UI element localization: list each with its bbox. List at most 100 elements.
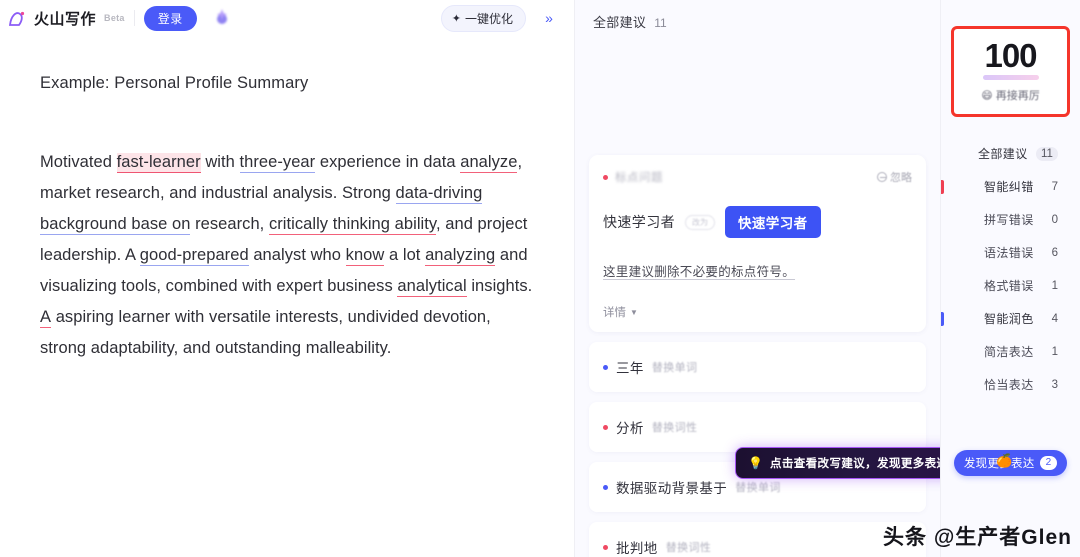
discover-more-badge: 2 bbox=[1039, 456, 1058, 470]
card-header: 标点问题 忽略 bbox=[603, 169, 912, 185]
editor-pane: 火山写作 Beta 登录 ✦ 一键优化 » Example: Personal bbox=[0, 0, 575, 557]
volcano-logo-icon bbox=[8, 8, 29, 29]
card-replace-row: 快速学习者 改为 快速学习者 bbox=[603, 206, 912, 238]
row-word: 数据驱动背景基于 bbox=[616, 481, 728, 496]
beta-tag: Beta bbox=[104, 13, 125, 23]
row-word: 三年 bbox=[616, 361, 644, 376]
sparkle-icon: ✦ bbox=[451, 12, 461, 25]
original-text: 快速学习者 bbox=[603, 214, 675, 230]
doc-marked-span[interactable]: fast-learner bbox=[116, 153, 201, 174]
category-item-拼写错误[interactable]: 拼写错误 0 bbox=[941, 203, 1080, 236]
doc-plain-span: Motivated bbox=[40, 153, 117, 172]
document-body: Example: Personal Profile Summary Motiva… bbox=[0, 36, 574, 364]
category-label: 拼写错误 bbox=[984, 213, 1034, 227]
row-kind: 替换词性 bbox=[651, 422, 698, 434]
discover-more-button[interactable]: 发现更多表达 🍊 2 bbox=[954, 450, 1067, 476]
rewrite-hint-tooltip[interactable]: 💡 点击查看改写建议，发现更多表达 bbox=[735, 447, 940, 479]
doc-plain-span: with bbox=[200, 153, 240, 172]
watermark: 头条 @生产者Glen bbox=[883, 526, 1072, 549]
app-root: 火山写作 Beta 登录 ✦ 一键优化 » Example: Personal bbox=[0, 0, 1080, 557]
row-type-dot-icon bbox=[603, 364, 608, 370]
category-count: 1 bbox=[1051, 345, 1058, 358]
doc-marked-span[interactable]: good-prepared bbox=[139, 246, 249, 267]
category-item-恰当表达[interactable]: 恰当表达 3 bbox=[941, 368, 1080, 401]
right-sidebar: 100 😄 再接再厉 全部建议 11 智能纠错 7 拼写错误 0 语法错误 6 格式错误 1 智能润… bbox=[940, 0, 1080, 557]
category-count: 4 bbox=[1051, 312, 1058, 325]
chevron-double-right-icon[interactable]: » bbox=[536, 5, 562, 31]
document-title: Example: Personal Profile Summary bbox=[40, 74, 309, 92]
category-count: 3 bbox=[1051, 378, 1058, 391]
suggestion-card-active[interactable]: 标点问题 忽略 快速学习者 改为 快速学习者 这里建议删除不必要的标点符号。 详… bbox=[589, 155, 926, 332]
suggestions-list: 标点问题 忽略 快速学习者 改为 快速学习者 这里建议删除不必要的标点符号。 详… bbox=[575, 155, 940, 557]
score-sub-label: 再接再厉 bbox=[995, 90, 1040, 102]
login-button[interactable]: 登录 bbox=[143, 5, 197, 31]
row-word: 分析 bbox=[616, 421, 644, 436]
score-value: 100 bbox=[984, 37, 1037, 74]
category-item-智能润色[interactable]: 智能润色 4 bbox=[941, 302, 1080, 335]
doc-marked-span[interactable]: three-year bbox=[239, 153, 316, 174]
editor-toolbar: 火山写作 Beta 登录 ✦ 一键优化 » bbox=[0, 0, 574, 36]
card-tag: 标点问题 bbox=[603, 169, 663, 185]
category-accent-bar bbox=[941, 311, 944, 326]
category-label: 智能纠错 bbox=[984, 180, 1034, 194]
card-type-dot-icon bbox=[603, 174, 608, 180]
tooltip-text: 点击查看改写建议，发现更多表达 bbox=[769, 458, 940, 470]
arrow-pill-label: 改为 bbox=[692, 217, 708, 227]
category-label: 全部建议 bbox=[978, 147, 1028, 161]
doc-marked-span[interactable]: analyzing bbox=[425, 246, 496, 267]
category-item-智能纠错[interactable]: 智能纠错 7 bbox=[941, 170, 1080, 203]
category-item-格式错误[interactable]: 格式错误 1 bbox=[941, 269, 1080, 302]
category-count: 11 bbox=[1036, 146, 1058, 161]
row-type-dot-icon bbox=[603, 544, 608, 550]
category-label: 语法错误 bbox=[984, 246, 1034, 260]
card-tag-label: 标点问题 bbox=[615, 172, 663, 184]
magic-wand-icon[interactable] bbox=[209, 5, 235, 31]
category-label: 简洁表达 bbox=[984, 345, 1034, 359]
document-paragraph[interactable]: Motivated fast-learner with three-year e… bbox=[40, 147, 534, 364]
optimize-label: 一键优化 bbox=[464, 11, 513, 26]
doc-marked-span[interactable]: analytical bbox=[397, 277, 467, 298]
card-detail-toggle[interactable]: 详情 ▼ bbox=[603, 304, 912, 320]
toolbar-divider bbox=[133, 10, 135, 26]
row-type-dot-icon bbox=[603, 424, 608, 430]
lightbulb-icon: 💡 bbox=[748, 456, 763, 470]
category-count: 7 bbox=[1051, 180, 1058, 193]
category-item-简洁表达[interactable]: 简洁表达 1 bbox=[941, 335, 1080, 368]
category-item-全部建议[interactable]: 全部建议 11 bbox=[941, 137, 1080, 170]
doc-marked-span[interactable]: know bbox=[345, 246, 385, 267]
suggestions-header: 全部建议 11 bbox=[575, 0, 940, 41]
chevron-down-icon: ▼ bbox=[630, 307, 638, 317]
doc-marked-span[interactable]: A bbox=[40, 308, 52, 329]
suggestion-row[interactable]: 三年 替换单词 bbox=[589, 342, 926, 392]
suggested-text-chip[interactable]: 快速学习者 bbox=[725, 206, 821, 238]
category-count: 6 bbox=[1051, 246, 1058, 259]
row-kind: 替换词性 bbox=[665, 542, 712, 554]
category-label: 智能润色 bbox=[984, 312, 1034, 326]
doc-marked-span[interactable]: analyze bbox=[460, 153, 518, 174]
card-description: 这里建议删除不必要的标点符号。 bbox=[603, 265, 796, 279]
category-list: 全部建议 11 智能纠错 7 拼写错误 0 语法错误 6 格式错误 1 智能润色 4 简洁表达 1 恰当表达… bbox=[941, 137, 1080, 401]
doc-plain-span: a lot bbox=[384, 246, 426, 265]
category-accent-bar bbox=[941, 179, 944, 194]
brand: 火山写作 Beta bbox=[8, 8, 125, 29]
suggestions-header-title: 全部建议 bbox=[593, 15, 647, 30]
ignore-button[interactable]: 忽略 bbox=[877, 169, 912, 185]
suggestions-header-count: 11 bbox=[654, 16, 667, 30]
category-count: 1 bbox=[1051, 279, 1058, 292]
row-word: 批判地 bbox=[616, 541, 658, 556]
discover-emoji-icon: 🍊 bbox=[996, 453, 1013, 468]
score-box: 100 😄 再接再厉 bbox=[951, 26, 1070, 117]
category-item-语法错误[interactable]: 语法错误 6 bbox=[941, 236, 1080, 269]
row-kind: 替换单词 bbox=[651, 362, 698, 374]
category-count: 0 bbox=[1051, 213, 1058, 226]
suggestions-pane: 全部建议 11 标点问题 忽略 快速学习者 改为 快速学习者 这里建议删除不必要… bbox=[575, 0, 940, 557]
suggestion-row[interactable]: 批判地 替换词性 bbox=[589, 522, 926, 557]
suggestion-row[interactable]: 分析 替换词性 bbox=[589, 402, 926, 452]
category-label: 格式错误 bbox=[984, 279, 1034, 293]
doc-marked-span[interactable]: critically thinking ability bbox=[268, 215, 436, 236]
doc-plain-span: insights. bbox=[466, 277, 533, 296]
card-detail-label: 详情 bbox=[603, 307, 626, 319]
replace-arrow-pill: 改为 bbox=[685, 214, 715, 230]
optimize-button[interactable]: ✦ 一键优化 bbox=[440, 4, 526, 32]
ignore-label: 忽略 bbox=[890, 172, 912, 184]
